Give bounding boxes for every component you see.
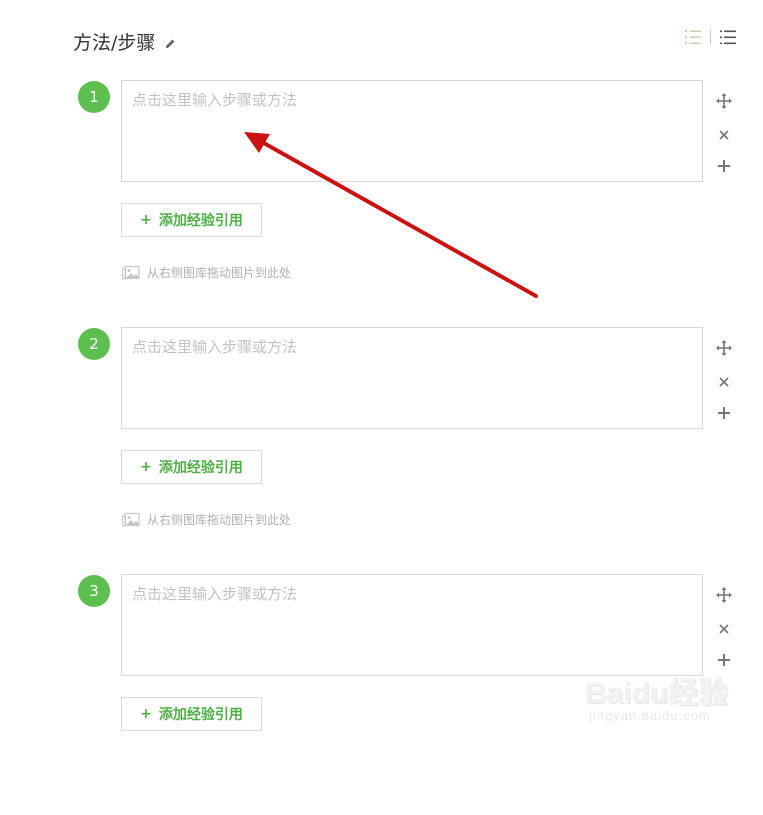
image-drop-hint: 从右侧图库拖动图片到此处 [121, 511, 291, 528]
move-icon[interactable] [714, 91, 734, 111]
image-drop-hint-text: 从右侧图库拖动图片到此处 [147, 266, 292, 280]
image-icon [121, 512, 141, 528]
numbered-list-icon[interactable] [684, 28, 702, 46]
section-header: 方法/步骤 [73, 28, 176, 54]
plus-icon: + [140, 706, 152, 722]
add-reference-button[interactable]: + 添加经验引用 [121, 697, 262, 731]
view-toggle [684, 28, 737, 46]
add-reference-label: 添加经验引用 [158, 213, 243, 229]
image-drop-hint-text: 从右侧图库拖动图片到此处 [147, 513, 292, 527]
move-icon[interactable] [714, 585, 734, 605]
step-text-input[interactable]: 点击这里输入步骤或方法 [121, 327, 703, 429]
add-reference-button[interactable]: + 添加经验引用 [121, 450, 262, 484]
plus-icon[interactable] [714, 650, 734, 670]
plus-icon[interactable] [714, 403, 734, 423]
image-drop-hint: 从右侧图库拖动图片到此处 [121, 264, 291, 281]
step-text-placeholder: 点击这里输入步骤或方法 [132, 91, 298, 109]
image-icon [121, 265, 141, 281]
add-reference-button[interactable]: + 添加经验引用 [121, 203, 262, 237]
close-icon[interactable] [714, 372, 734, 392]
step-item: 2 点击这里输入步骤或方法 + 添加经验引用 从右侧图库拖动图片到此处 [0, 327, 763, 568]
step-item: 1 点击这里输入步骤或方法 + 添加经验引用 从右侧图库拖动图片到此处 [0, 80, 763, 321]
toggle-divider [710, 29, 711, 45]
step-number-badge: 1 [78, 81, 110, 113]
add-reference-label: 添加经验引用 [158, 460, 243, 476]
plus-icon[interactable] [714, 156, 734, 176]
close-icon[interactable] [714, 125, 734, 145]
section-title: 方法/步骤 [73, 31, 156, 54]
step-text-placeholder: 点击这里输入步骤或方法 [132, 585, 298, 603]
step-text-input[interactable]: 点击这里输入步骤或方法 [121, 574, 703, 676]
step-text-placeholder: 点击这里输入步骤或方法 [132, 338, 298, 356]
add-reference-label: 添加经验引用 [158, 707, 243, 723]
step-text-input[interactable]: 点击这里输入步骤或方法 [121, 80, 703, 182]
plus-icon: + [140, 459, 152, 475]
plus-icon: + [140, 212, 152, 228]
step-number-badge: 2 [78, 328, 110, 360]
step-item: 3 点击这里输入步骤或方法 + 添加经验引用 [0, 574, 763, 815]
close-icon[interactable] [714, 619, 734, 639]
bullet-list-icon[interactable] [719, 28, 737, 46]
pencil-icon[interactable] [164, 35, 176, 48]
step-number-badge: 3 [78, 575, 110, 607]
move-icon[interactable] [714, 338, 734, 358]
